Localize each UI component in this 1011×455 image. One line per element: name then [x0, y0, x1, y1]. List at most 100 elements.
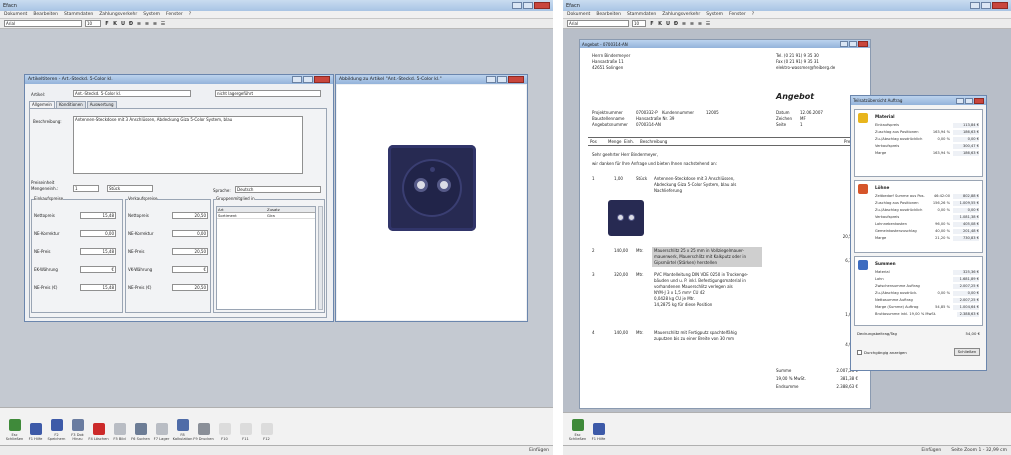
preiseinheit-input[interactable]: 1 [73, 185, 99, 192]
format-button[interactable]: ≡ [681, 21, 687, 27]
close-door-button[interactable]: Esc Schließen [567, 419, 588, 441]
price-label: VK-Währung [128, 267, 153, 272]
format-button[interactable]: Ð [673, 21, 679, 27]
menu-item[interactable]: System [706, 12, 723, 17]
calc-row-value: 325,36 € [953, 270, 979, 275]
warehouse-icon [155, 423, 168, 435]
calc-row-pct [928, 284, 950, 289]
calc-row-pct: 0,00 % [937, 291, 950, 295]
font-name-select[interactable]: Arial [4, 20, 82, 27]
format-button[interactable]: ≡ [689, 21, 695, 27]
price-input[interactable]: € [172, 266, 208, 273]
calc-row-value: 1.004,64 € [953, 305, 979, 310]
min-icon[interactable] [840, 41, 848, 47]
format-button[interactable]: K [657, 21, 663, 27]
close-icon[interactable] [508, 76, 524, 83]
price-input[interactable]: 20,50 [172, 212, 208, 219]
format-button[interactable]: Ð [128, 21, 134, 27]
close-icon[interactable] [974, 97, 984, 104]
blank-button[interactable]: F10 [214, 423, 235, 441]
calc-row-value: 2.007,25 € [953, 298, 979, 303]
close-button[interactable] [992, 2, 1008, 9]
gruppen-scrollbar[interactable] [318, 206, 323, 310]
max-icon[interactable] [497, 76, 507, 83]
menu-item[interactable]: Bearbeiten [33, 12, 58, 17]
menu-item[interactable]: Stammdaten [627, 12, 656, 17]
button-label: F11 [242, 437, 249, 441]
menu-item[interactable]: Bearbeiten [596, 12, 621, 17]
print-button[interactable]: F9 Drucken [193, 423, 214, 441]
mengeneinh-select[interactable]: Stück [107, 185, 153, 192]
menu-item[interactable]: ? [189, 12, 191, 17]
sprache-select[interactable]: Deutsch [235, 186, 321, 193]
font-size-select[interactable]: 10 [85, 20, 101, 27]
close-button[interactable] [534, 2, 550, 9]
image-button[interactable]: F5 Bild [109, 423, 130, 441]
format-button[interactable]: K [112, 21, 118, 27]
max-icon[interactable] [965, 97, 973, 104]
font-size-select[interactable]: 10 [632, 20, 646, 27]
close-door-button[interactable]: Esc Schließen [4, 419, 25, 441]
price-input[interactable]: 20,50 [172, 284, 208, 291]
artikel-input[interactable]: Ant.-Steckd. 5-Color kl. [73, 90, 191, 97]
menu-item[interactable]: System [143, 12, 160, 17]
min-icon[interactable] [956, 97, 964, 104]
schliessen-button[interactable]: Schließen [954, 348, 980, 356]
font-name-select[interactable]: Arial [567, 20, 629, 27]
lager-select[interactable]: nicht lagergeführt [215, 90, 321, 97]
price-input[interactable]: 15,48 [80, 248, 116, 255]
close-icon[interactable] [314, 76, 330, 83]
format-button[interactable]: ≡ [136, 21, 142, 27]
minimize-button[interactable] [512, 2, 522, 9]
price-input[interactable]: 15,48 [80, 212, 116, 219]
menu-item[interactable]: Dokument [4, 12, 27, 17]
tab-konditionen[interactable]: Konditionen [55, 101, 86, 108]
menu-item[interactable]: Stammdaten [64, 12, 93, 17]
document-button[interactable]: F3 Dok Hinzu [67, 419, 88, 441]
menu-item[interactable]: Fenster [729, 12, 746, 17]
calc-row-label: Zu-/Abschlag ausdrücklich [875, 208, 923, 212]
calculator-button[interactable]: F8 Kalkulation [172, 419, 193, 441]
tab-allgemein[interactable]: Allgemein [29, 101, 55, 108]
format-button[interactable]: ≡ [144, 21, 150, 27]
max-icon[interactable] [303, 76, 313, 83]
price-input[interactable]: € [80, 266, 116, 273]
help-button[interactable]: F1 Hilfe [588, 423, 609, 441]
warehouse-button[interactable]: F7 Lager [151, 423, 172, 441]
delete-button[interactable]: F4 Löschen [88, 423, 109, 441]
price-input[interactable]: 20,50 [172, 248, 208, 255]
menu-item[interactable]: Zahlungsverkehr [662, 12, 700, 17]
min-icon[interactable] [292, 76, 302, 83]
tab-auswertung[interactable]: Auswertung [86, 101, 117, 108]
max-icon[interactable] [849, 41, 857, 47]
menu-item[interactable]: Zahlungsverkehr [99, 12, 137, 17]
gruppen-table[interactable]: Art Zusatz Sortiment Gira [216, 206, 316, 310]
blank-button[interactable]: F12 [256, 423, 277, 441]
format-button[interactable]: U [665, 21, 671, 27]
search-button[interactable]: F6 Suchen [130, 423, 151, 441]
menu-item[interactable]: Dokument [567, 12, 590, 17]
left-menu-bar: Dokument Bearbeiten Stammdaten Zahlungsverk… [0, 11, 553, 19]
price-input[interactable]: 0,00 [80, 230, 116, 237]
format-button[interactable]: ≡ [152, 21, 158, 27]
menu-item[interactable]: Fenster [166, 12, 183, 17]
menu-item[interactable]: ? [752, 12, 754, 17]
format-button[interactable]: F [104, 21, 110, 27]
price-input[interactable]: 15,48 [80, 284, 116, 291]
help-button[interactable]: F1 Hilfe [25, 423, 46, 441]
beschreibung-textarea[interactable]: Antennen-Steckdose mit 3 Anschlüssen, Ab… [73, 116, 303, 174]
durchgaengig-checkbox[interactable] [857, 350, 862, 355]
blank-button[interactable]: F11 [235, 423, 256, 441]
maximize-button[interactable] [523, 2, 533, 9]
format-button[interactable]: ☰ [705, 21, 711, 27]
min-icon[interactable] [486, 76, 496, 83]
maximize-button[interactable] [981, 2, 991, 9]
format-button[interactable]: F [649, 21, 655, 27]
format-button[interactable]: U [120, 21, 126, 27]
format-button[interactable]: ☰ [160, 21, 166, 27]
format-button[interactable]: ≡ [697, 21, 703, 27]
save-button[interactable]: F2 Speichern [46, 419, 67, 441]
price-input[interactable]: 0,00 [172, 230, 208, 237]
close-icon[interactable] [858, 41, 868, 47]
minimize-button[interactable] [970, 2, 980, 9]
